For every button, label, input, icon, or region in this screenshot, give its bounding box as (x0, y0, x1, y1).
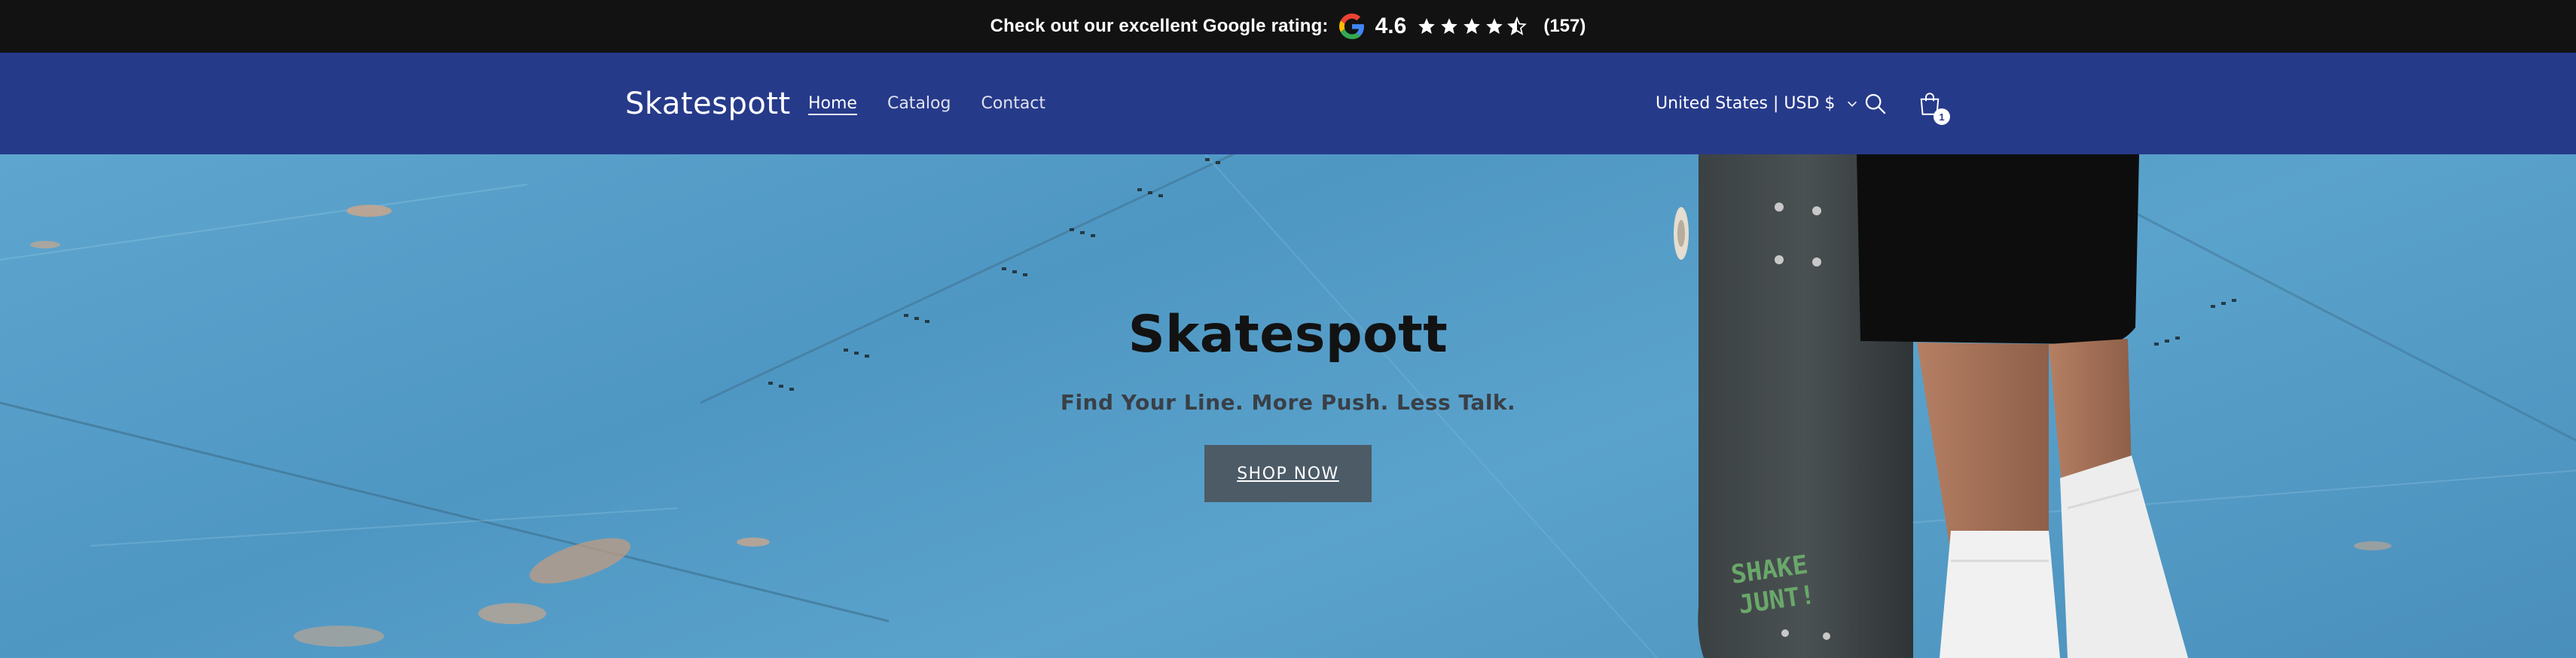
nav-item-contact[interactable]: Contact (981, 94, 1045, 113)
cart-count-badge: 1 (1934, 108, 1950, 125)
rating-score: 4.6 (1375, 14, 1407, 38)
star-full-icon (1441, 18, 1458, 34)
country-selector[interactable]: United States | USD $ (1656, 53, 1859, 154)
store-logo[interactable]: Skatespott (625, 53, 791, 154)
star-full-icon (1463, 18, 1481, 34)
google-g-icon (1338, 14, 1364, 39)
rating-count: (157) (1543, 16, 1586, 36)
country-selector-label: United States | USD $ (1656, 94, 1836, 113)
announcement-bar: Check out our excellent Google rating: 4… (0, 0, 2576, 53)
shop-now-button[interactable]: SHOP NOW (1204, 445, 1372, 502)
hero-title: Skatespott (1128, 305, 1448, 364)
hero-content: Skatespott Find Your Line. More Push. Le… (1060, 305, 1516, 502)
chevron-down-icon (1848, 101, 1857, 107)
star-full-icon (1486, 18, 1503, 34)
search-icon (1865, 93, 1886, 114)
search-button[interactable] (1860, 53, 1891, 154)
announcement-text: Check out our excellent Google rating: (990, 16, 1329, 36)
nav-item-home[interactable]: Home (808, 94, 857, 113)
site-header: Skatespott Home Catalog Contact United S… (0, 53, 2576, 154)
rating-stars (1417, 17, 1528, 36)
nav-item-catalog[interactable]: Catalog (887, 94, 951, 113)
main-nav: Home Catalog Contact (808, 53, 1045, 154)
cart-button[interactable]: 1 (1913, 53, 1950, 154)
google-rating[interactable]: Check out our excellent Google rating: 4… (990, 14, 1586, 39)
hero-banner: SHAKE JUNT! Skatespott Find Your Line. M… (0, 154, 2576, 658)
star-full-icon (1418, 18, 1436, 34)
star-half-icon (1507, 17, 1528, 35)
hero-subtitle: Find Your Line. More Push. Less Talk. (1060, 390, 1516, 415)
